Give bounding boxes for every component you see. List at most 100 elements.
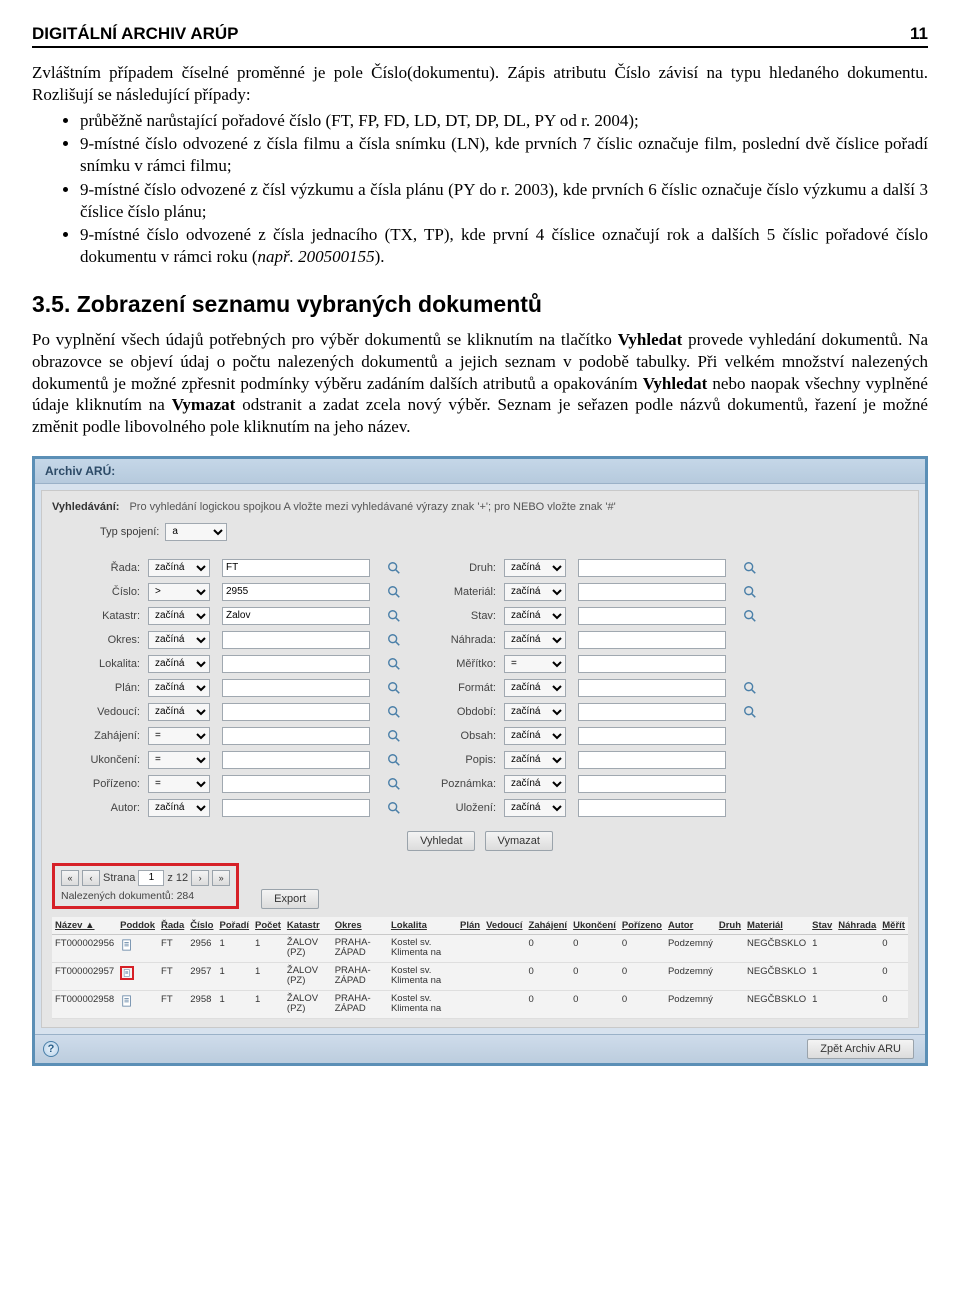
typ-spojeni-select[interactable]: a xyxy=(165,523,227,541)
last-page-button[interactable]: » xyxy=(212,870,230,886)
column-header[interactable]: Stav xyxy=(809,917,835,935)
value-input[interactable] xyxy=(578,775,726,793)
help-icon[interactable]: ? xyxy=(43,1041,59,1057)
value-input[interactable] xyxy=(578,751,726,769)
column-header[interactable]: Počet xyxy=(252,917,284,935)
column-header[interactable]: Řada xyxy=(158,917,187,935)
operator-select[interactable]: = xyxy=(148,727,210,745)
vyhledat-button[interactable]: Vyhledat xyxy=(407,831,475,851)
table-row[interactable]: FT000002958FT295811ŽALOV (PZ)PRAHA-ZÁPAD… xyxy=(52,990,908,1018)
search-icon[interactable] xyxy=(386,704,402,720)
operator-select[interactable]: = xyxy=(148,775,210,793)
value-input[interactable] xyxy=(222,583,370,601)
column-header[interactable]: Druh xyxy=(716,917,744,935)
column-header[interactable]: Náhrada xyxy=(835,917,879,935)
search-icon[interactable] xyxy=(386,584,402,600)
operator-select[interactable]: začíná xyxy=(148,607,210,625)
search-icon[interactable] xyxy=(386,776,402,792)
operator-select[interactable]: začíná xyxy=(504,559,566,577)
column-header[interactable]: Ukončení xyxy=(570,917,619,935)
operator-select[interactable]: začíná xyxy=(148,679,210,697)
operator-select[interactable]: začíná xyxy=(504,799,566,817)
search-icon[interactable] xyxy=(386,800,402,816)
cell: Kostel sv. Klimenta na xyxy=(388,962,457,990)
column-header[interactable]: Zahájení xyxy=(526,917,571,935)
column-header[interactable]: Pořadí xyxy=(216,917,252,935)
next-page-button[interactable]: › xyxy=(191,870,209,886)
column-header[interactable]: Měřít xyxy=(879,917,908,935)
export-button[interactable]: Export xyxy=(261,889,319,909)
column-header[interactable]: Autor xyxy=(665,917,716,935)
operator-select[interactable]: začíná xyxy=(148,559,210,577)
value-input[interactable] xyxy=(222,727,370,745)
search-icon[interactable] xyxy=(386,752,402,768)
column-header[interactable]: Katastr xyxy=(284,917,332,935)
search-icon[interactable] xyxy=(386,608,402,624)
column-header[interactable]: Pořízeno xyxy=(619,917,665,935)
field-label: Číslo: xyxy=(74,586,144,598)
operator-select[interactable]: začíná xyxy=(504,775,566,793)
value-input[interactable] xyxy=(222,655,370,673)
value-input[interactable] xyxy=(578,631,726,649)
operator-select[interactable]: začíná xyxy=(504,583,566,601)
vymazat-button[interactable]: Vymazat xyxy=(485,831,553,851)
search-icon[interactable] xyxy=(386,680,402,696)
column-header[interactable]: Číslo xyxy=(187,917,216,935)
search-icon[interactable] xyxy=(386,656,402,672)
search-icon[interactable] xyxy=(742,680,758,696)
operator-select[interactable]: začíná xyxy=(148,799,210,817)
search-icon[interactable] xyxy=(742,560,758,576)
value-input[interactable] xyxy=(222,799,370,817)
search-icon[interactable] xyxy=(386,632,402,648)
value-input[interactable] xyxy=(578,583,726,601)
column-header[interactable]: Název ▲ xyxy=(52,917,117,935)
value-input[interactable] xyxy=(222,631,370,649)
value-input[interactable] xyxy=(578,679,726,697)
column-header[interactable]: Plán xyxy=(457,917,483,935)
operator-select[interactable]: začíná xyxy=(504,751,566,769)
operator-select[interactable]: začíná xyxy=(148,703,210,721)
column-header[interactable]: Okres xyxy=(332,917,388,935)
value-input[interactable] xyxy=(578,559,726,577)
search-icon[interactable] xyxy=(742,704,758,720)
column-header[interactable]: Poddok xyxy=(117,917,158,935)
document-icon[interactable] xyxy=(120,966,134,980)
value-input[interactable] xyxy=(222,775,370,793)
value-input[interactable] xyxy=(222,607,370,625)
search-icon[interactable] xyxy=(742,584,758,600)
value-input[interactable] xyxy=(222,559,370,577)
page-input[interactable] xyxy=(138,870,164,886)
operator-select[interactable]: > xyxy=(148,583,210,601)
operator-select[interactable]: začíná xyxy=(504,631,566,649)
value-input[interactable] xyxy=(222,679,370,697)
operator-select[interactable]: začíná xyxy=(504,703,566,721)
cell: 0 xyxy=(879,990,908,1018)
value-input[interactable] xyxy=(578,703,726,721)
operator-select[interactable]: = xyxy=(148,751,210,769)
table-row[interactable]: FT000002957FT295711ŽALOV (PZ)PRAHA-ZÁPAD… xyxy=(52,962,908,990)
operator-select[interactable]: začíná xyxy=(504,679,566,697)
operator-select[interactable]: začíná xyxy=(504,727,566,745)
document-icon[interactable] xyxy=(120,994,134,1008)
operator-select[interactable]: začíná xyxy=(504,607,566,625)
column-header[interactable]: Materiál xyxy=(744,917,809,935)
back-button[interactable]: Zpět Archiv ARU xyxy=(807,1039,914,1059)
search-icon[interactable] xyxy=(386,728,402,744)
value-input[interactable] xyxy=(578,799,726,817)
column-header[interactable]: Lokalita xyxy=(388,917,457,935)
value-input[interactable] xyxy=(578,607,726,625)
value-input[interactable] xyxy=(578,655,726,673)
value-input[interactable] xyxy=(222,703,370,721)
operator-select[interactable]: začíná xyxy=(148,631,210,649)
value-input[interactable] xyxy=(578,727,726,745)
operator-select[interactable]: začíná xyxy=(148,655,210,673)
column-header[interactable]: Vedoucí xyxy=(483,917,525,935)
prev-page-button[interactable]: ‹ xyxy=(82,870,100,886)
search-icon[interactable] xyxy=(386,560,402,576)
value-input[interactable] xyxy=(222,751,370,769)
search-icon[interactable] xyxy=(742,608,758,624)
first-page-button[interactable]: « xyxy=(61,870,79,886)
document-icon[interactable] xyxy=(120,938,134,952)
table-row[interactable]: FT000002956FT295611ŽALOV (PZ)PRAHA-ZÁPAD… xyxy=(52,934,908,962)
operator-select[interactable]: = xyxy=(504,655,566,673)
